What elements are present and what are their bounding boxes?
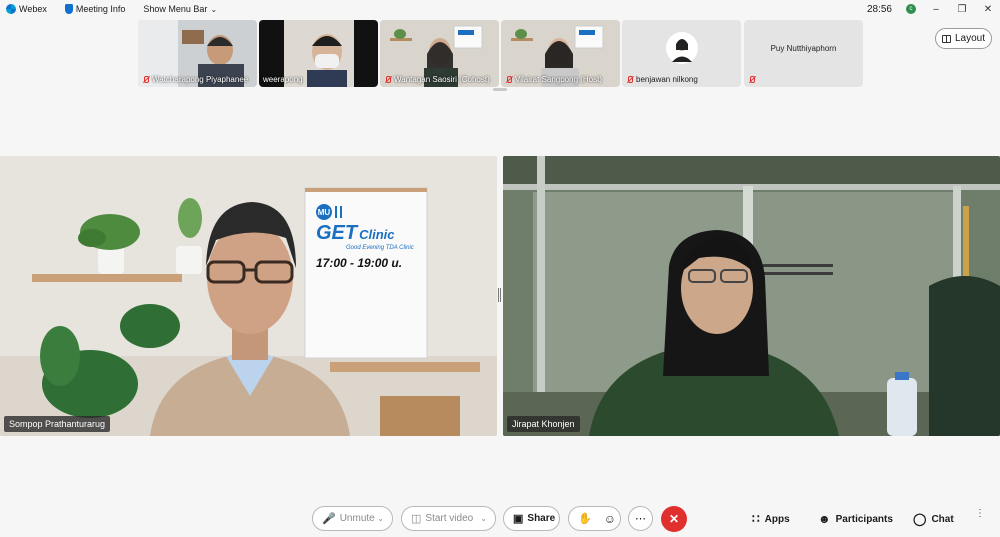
webex-logo-icon xyxy=(6,4,16,14)
share-button[interactable]: ▣ Share xyxy=(503,506,560,531)
clinic-poster: MU GE T Clinic Good Evening TDA Clinic 1… xyxy=(316,204,416,270)
participant-name: Vilairat Sangpong (Host) xyxy=(515,75,603,84)
participant-name-center: Puy Nutthiyaphorn xyxy=(770,44,837,53)
participant-name: Watcharapong Piyaphanee xyxy=(152,75,249,84)
layout-button[interactable]: Layout xyxy=(935,28,992,49)
app-title: Webex xyxy=(6,4,47,14)
app-name: Webex xyxy=(19,4,47,14)
meeting-info-label: Meeting Info xyxy=(75,4,126,14)
thumbnail-name-tag: benjawan nilkong xyxy=(626,75,698,84)
participant-thumbnail[interactable]: Watcharapong Piyaphanee xyxy=(138,20,257,87)
participant-thumbnail[interactable]: weerapong xyxy=(259,20,378,87)
raise-hand-icon[interactable]: ✋ xyxy=(578,512,592,525)
poster-hours: 17:00 - 19:00 u. xyxy=(316,256,403,270)
poster-brand: GE xyxy=(316,222,345,244)
participant-thumbnail[interactable]: Puy Nutthiyaphorn xyxy=(744,20,863,87)
more-panels-icon[interactable]: ⋮ xyxy=(975,508,985,519)
participant-name-tag: Jirapat Khonjen xyxy=(507,416,580,432)
chevron-down-icon[interactable]: ⌄ xyxy=(377,514,384,523)
meeting-info-button[interactable]: Meeting Info xyxy=(64,4,126,14)
thumbnail-name-tag xyxy=(748,76,755,84)
thumbnail-name-tag: Watcharapong Piyaphanee xyxy=(142,75,248,84)
meeting-timer: 28:56 xyxy=(866,3,892,15)
main-video-tile[interactable]: Jirapat Khonjen xyxy=(503,156,1000,436)
participants-button[interactable]: ☻ Participants xyxy=(818,508,893,530)
participant-name: Wantagan Saosiri (Cohost) xyxy=(394,75,490,84)
chevron-down-icon[interactable]: ⌄ xyxy=(480,514,487,523)
poster-stripe-icon xyxy=(335,206,337,218)
participant-thumbnail[interactable]: benjawan nilkong xyxy=(622,20,741,87)
poster-tagline: Good Evening TDA Clinic xyxy=(346,245,414,251)
participant-name: weerapong xyxy=(263,75,303,84)
participant-name: benjawan nilkong xyxy=(636,75,698,84)
thumbnail-name-tag: Vilairat Sangpong (Host) xyxy=(505,75,602,84)
tile-resize-handle[interactable] xyxy=(498,288,501,302)
poster-stripe-icon xyxy=(340,206,342,218)
more-horizontal-icon: ⋯ xyxy=(635,513,646,525)
window-controls: 28:56 c – ❐ ✕ xyxy=(867,0,994,18)
unmute-label: Unmute xyxy=(339,513,375,524)
chevron-down-icon: ⌄ xyxy=(210,4,218,14)
apps-grid-icon: ∷ xyxy=(752,512,760,526)
close-window-button[interactable]: ✕ xyxy=(982,4,994,15)
participant-video xyxy=(0,156,497,436)
mic-muted-icon xyxy=(505,75,512,84)
unmute-button[interactable]: 🎤 Unmute ⌄ xyxy=(312,506,393,531)
recording-indicator-icon[interactable]: c xyxy=(906,4,916,14)
mic-muted-icon: 🎤 xyxy=(322,513,336,525)
share-screen-icon: ▣ xyxy=(513,513,524,525)
participants-label: Participants xyxy=(835,513,893,525)
participant-video xyxy=(503,156,1000,436)
start-video-label: Start video xyxy=(425,513,474,524)
poster-clinic: Clinic xyxy=(359,227,395,242)
layout-icon xyxy=(941,34,951,43)
poster-brand-t: T xyxy=(344,222,358,244)
mic-muted-icon xyxy=(142,75,149,84)
participants-icon: ☻ xyxy=(818,512,831,526)
thumbnail-name-tag: Wantagan Saosiri (Cohost) xyxy=(384,75,490,84)
participant-thumbnail[interactable]: Wantagan Saosiri (Cohost) xyxy=(380,20,499,87)
more-options-button[interactable]: ⋯ xyxy=(628,506,653,531)
reactions-group: ✋ ☺ xyxy=(568,506,621,531)
participant-thumbnail[interactable]: Vilairat Sangpong (Host) xyxy=(501,20,620,87)
share-label: Share xyxy=(527,513,556,524)
start-video-button[interactable]: ◫ Start video ⌄ xyxy=(401,506,496,531)
mic-muted-icon xyxy=(748,76,755,84)
minimize-button[interactable]: – xyxy=(930,4,942,15)
apps-label: Apps xyxy=(764,513,790,525)
chat-bubble-icon: ◯ xyxy=(913,512,927,526)
emoji-reaction-icon[interactable]: ☺ xyxy=(604,512,616,526)
show-menu-bar-button[interactable]: Show Menu Bar ⌄ xyxy=(143,4,217,14)
mic-muted-icon xyxy=(384,75,391,84)
chat-button[interactable]: ◯ Chat xyxy=(913,508,954,530)
close-icon: ✕ xyxy=(668,512,680,526)
video-off-icon: ◫ xyxy=(411,513,422,525)
layout-label: Layout xyxy=(954,33,986,44)
apps-button[interactable]: ∷ Apps xyxy=(752,508,790,530)
shield-icon xyxy=(64,4,73,14)
main-video-tile[interactable]: MU GE T Clinic Good Evening TDA Clinic 1… xyxy=(0,156,497,436)
poster-badge: MU xyxy=(316,204,332,220)
participant-name-tag: Sompop Prathanturarug xyxy=(4,416,111,432)
thumbnail-name-tag: weerapong xyxy=(263,75,303,84)
title-bar: Webex Meeting Info Show Menu Bar ⌄ 28:56… xyxy=(0,0,1000,18)
leave-meeting-button[interactable]: ✕ xyxy=(661,506,687,532)
show-menu-bar-label: Show Menu Bar xyxy=(143,4,208,14)
chat-label: Chat xyxy=(931,513,954,525)
thumbnail-strip-handle[interactable] xyxy=(493,88,507,91)
restore-button[interactable]: ❐ xyxy=(956,4,968,15)
mic-muted-icon xyxy=(626,75,633,84)
